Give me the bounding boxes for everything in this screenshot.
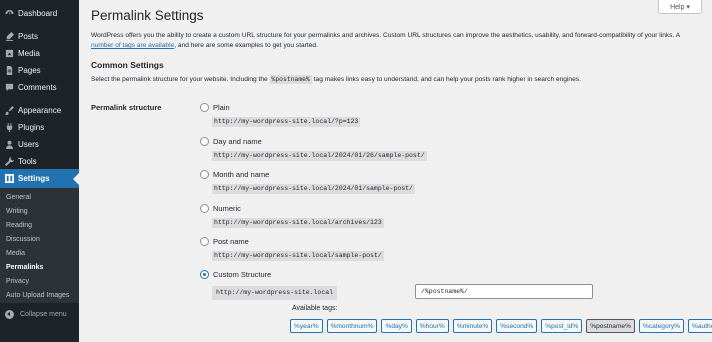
- option-example: http://my-wordpress-site.local/sample-po…: [212, 251, 384, 261]
- menu-label: Settings: [18, 174, 50, 183]
- option-example: http://my-wordpress-site.local/archives/…: [212, 218, 384, 228]
- tag-second-button[interactable]: %second%: [496, 319, 538, 333]
- appearance-icon: [4, 106, 14, 116]
- tag-postname-button[interactable]: %postname%: [586, 319, 635, 333]
- tag-minute-button[interactable]: %minute%: [452, 319, 493, 333]
- tag-author-button[interactable]: %author%: [688, 319, 712, 333]
- menu-item-comments[interactable]: Comments: [0, 78, 79, 97]
- desc-text-part: Select the permalink structure for your …: [91, 76, 270, 83]
- menu-label: Comments: [18, 83, 57, 92]
- radio-month-and-name[interactable]: [200, 170, 209, 179]
- tag-monthnum-button[interactable]: %monthnum%: [326, 319, 378, 333]
- option-example: http://my-wordpress-site.local/2024/01/s…: [212, 184, 415, 194]
- collapse-menu-button[interactable]: Collapse menu: [0, 306, 79, 322]
- menu-item-settings[interactable]: Settings: [0, 169, 79, 188]
- submenu-privacy[interactable]: Privacy: [6, 275, 29, 288]
- main-content: Help ▾ Permalink Settings WordPress offe…: [79, 0, 712, 342]
- option-label[interactable]: Numeric: [213, 204, 241, 213]
- option-example: http://my-wordpress-site.local/?p=123: [212, 117, 361, 127]
- postname-code: %postname%: [269, 75, 312, 84]
- menu-label: Posts: [18, 32, 39, 41]
- custom-structure-input[interactable]: [415, 284, 593, 299]
- available-tags-label: Available tags:: [292, 305, 338, 312]
- intro-text: WordPress offers you the ability to crea…: [91, 31, 703, 51]
- menu-label: Appearance: [18, 106, 62, 115]
- collapse-icon: [5, 309, 14, 319]
- radio-post-name[interactable]: [200, 237, 209, 246]
- menu-label: Pages: [18, 66, 41, 75]
- tag-category-button[interactable]: %category%: [638, 319, 684, 333]
- menu-label: Dashboard: [18, 9, 58, 18]
- option-example: http://my-wordpress-site.local/2024/01/2…: [212, 151, 427, 161]
- collapse-label: Collapse menu: [20, 310, 67, 318]
- available-tags-list: %year% %monthnum% %day% %hour% %minute% …: [290, 319, 712, 333]
- common-settings-heading: Common Settings: [91, 60, 164, 70]
- permalink-structure-label: Permalink structure: [91, 103, 162, 112]
- menu-item-dashboard[interactable]: Dashboard: [0, 4, 79, 23]
- submenu-media[interactable]: Media: [6, 247, 25, 260]
- menu-label: Users: [18, 140, 39, 149]
- posts-icon: [4, 32, 14, 42]
- tag-day-button[interactable]: %day%: [381, 319, 412, 333]
- radio-plain[interactable]: [200, 103, 209, 112]
- tools-icon: [4, 157, 14, 167]
- option-label[interactable]: Custom Structure: [213, 270, 271, 279]
- help-button[interactable]: Help ▾: [658, 0, 702, 14]
- media-icon: [4, 49, 14, 59]
- radio-day-and-name[interactable]: [200, 137, 209, 146]
- submenu-reading[interactable]: Reading: [6, 219, 32, 232]
- submenu-general[interactable]: General: [6, 191, 31, 204]
- menu-label: Media: [18, 49, 40, 58]
- page-title: Permalink Settings: [91, 8, 204, 23]
- submenu-permalinks[interactable]: Permalinks: [6, 261, 43, 274]
- option-label[interactable]: Day and name: [213, 137, 262, 146]
- submenu-auto-upload-images[interactable]: Auto Upload Images: [6, 289, 69, 302]
- users-icon: [4, 140, 14, 150]
- comments-icon: [4, 83, 14, 93]
- radio-numeric[interactable]: [200, 204, 209, 213]
- settings-submenu: General Writing Reading Discussion Media…: [0, 188, 79, 303]
- desc-text-part: tag makes links easy to understand, and …: [311, 76, 581, 83]
- plugins-icon: [4, 123, 14, 133]
- submenu-discussion[interactable]: Discussion: [6, 233, 40, 246]
- tags-doc-link[interactable]: number of tags are available: [91, 42, 174, 49]
- menu-label: Plugins: [18, 123, 45, 132]
- common-settings-description: Select the permalink structure for your …: [91, 75, 581, 84]
- option-label[interactable]: Post name: [213, 237, 249, 246]
- option-label[interactable]: Plain: [213, 103, 230, 112]
- tag-year-button[interactable]: %year%: [290, 319, 323, 333]
- tag-hour-button[interactable]: %hour%: [415, 319, 449, 333]
- submenu-writing[interactable]: Writing: [6, 205, 28, 218]
- pages-icon: [4, 66, 14, 76]
- settings-icon: [4, 174, 14, 184]
- menu-label: Tools: [18, 157, 37, 166]
- radio-custom-structure[interactable]: [200, 270, 209, 279]
- option-label[interactable]: Month and name: [213, 170, 269, 179]
- intro-text-part: WordPress offers you the ability to crea…: [91, 32, 680, 39]
- admin-sidebar: Dashboard Posts Media Pages Comments App…: [0, 0, 79, 342]
- custom-base-url: http://my-wordpress-site.local: [212, 286, 338, 300]
- dashboard-icon: [4, 9, 14, 19]
- tag-post-id-button[interactable]: %post_id%: [541, 319, 583, 333]
- intro-text-part: , and here are some examples to get you …: [174, 42, 318, 49]
